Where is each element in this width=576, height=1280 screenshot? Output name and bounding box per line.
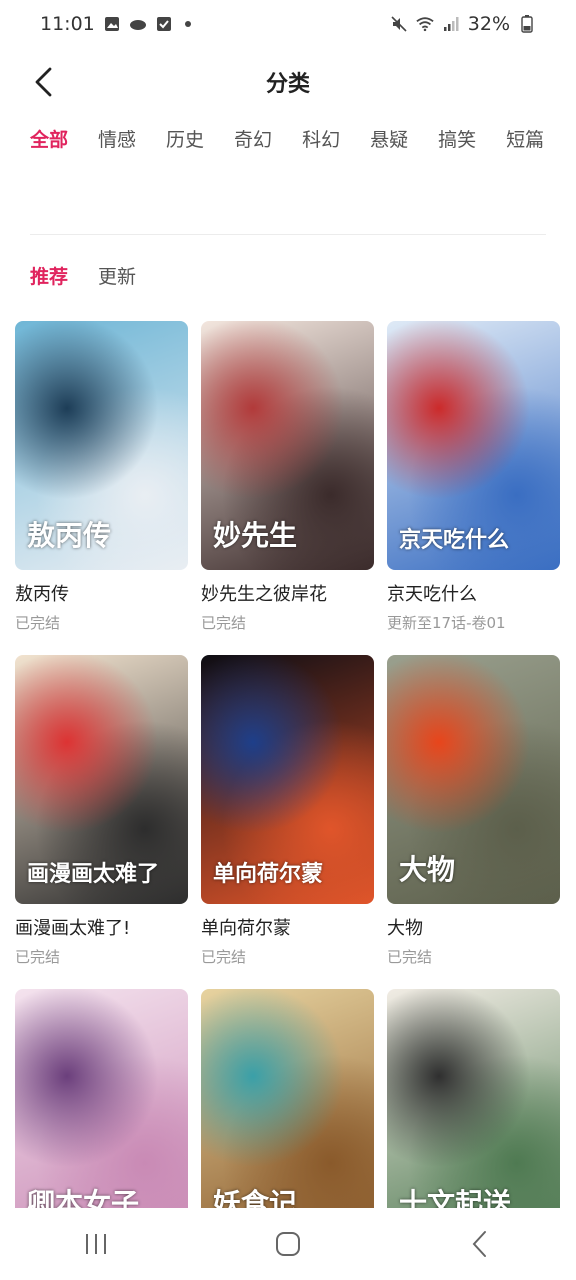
wifi-icon xyxy=(416,15,434,33)
comic-card[interactable]: 大物 大物 已完结 xyxy=(387,655,560,967)
comic-card[interactable]: 画漫画太难了画漫画太难了! 已完结 xyxy=(15,655,188,967)
sort-tabs: 推荐 更新 xyxy=(30,262,136,289)
status-right: 32% xyxy=(390,13,536,35)
comic-cover[interactable]: 十文起送 xyxy=(387,989,560,1238)
cloud-icon xyxy=(129,15,147,33)
comic-cover[interactable]: 单向荷尔蒙 xyxy=(201,655,374,904)
comic-cover[interactable]: 画漫画太难了 xyxy=(15,655,188,904)
mute-icon xyxy=(390,15,408,33)
category-tab[interactable]: 情感 xyxy=(98,128,136,152)
comic-title: 敖丙传 xyxy=(15,584,69,605)
system-back-button[interactable] xyxy=(450,1219,510,1269)
gallery-icon xyxy=(103,15,121,33)
divider xyxy=(30,234,546,235)
comic-status: 已完结 xyxy=(201,948,247,966)
category-tab[interactable]: 短篇 xyxy=(506,128,544,152)
category-tab[interactable]: 奇幻 xyxy=(234,128,272,152)
comic-cover-lettering: 敖丙传 xyxy=(27,519,112,552)
comic-cover[interactable]: 妙先生 xyxy=(201,321,374,570)
comic-card[interactable]: 妙先生妙先生之彼岸花 已完结 xyxy=(201,321,374,633)
back-arrow-icon xyxy=(472,1231,486,1257)
comic-title: 画漫画太难了! xyxy=(15,918,131,939)
battery-percent: 32% xyxy=(467,13,510,35)
comic-cover-lettering: 单向荷尔蒙 xyxy=(213,861,324,887)
comic-card[interactable]: 敖丙传 敖丙传 已完结 xyxy=(15,321,188,633)
comic-cover[interactable]: 妖食记 xyxy=(201,989,374,1238)
status-left: 11:01 xyxy=(40,13,191,35)
sort-tab[interactable]: 更新 xyxy=(98,262,136,289)
comic-status: 已完结 xyxy=(15,614,61,632)
comic-cover[interactable]: 京天吃什么 xyxy=(387,321,560,570)
category-tab[interactable]: 全部 xyxy=(30,128,68,152)
category-tab[interactable]: 悬疑 xyxy=(370,128,408,152)
status-bar: 11:01 32% xyxy=(0,0,576,48)
comic-cover[interactable]: 卿本女子 xyxy=(15,989,188,1238)
page-title: 分类 xyxy=(265,72,310,97)
comic-cover-lettering: 妙先生 xyxy=(213,519,298,552)
comic-title: 京天吃什么 xyxy=(387,584,477,605)
comic-cover[interactable]: 敖丙传 xyxy=(15,321,188,570)
category-tabs: 全部 情感 历史 奇幻 科幻 悬疑 搞笑 短篇 xyxy=(30,128,550,152)
category-tab[interactable]: 搞笑 xyxy=(438,128,476,152)
signal-icon xyxy=(442,15,460,33)
category-tab[interactable]: 历史 xyxy=(166,128,204,152)
comic-status: 已完结 xyxy=(201,614,247,632)
home-button[interactable] xyxy=(258,1219,318,1269)
comic-cover-lettering: 京天吃什么 xyxy=(399,527,510,553)
comic-card[interactable]: 京天吃什么 京天吃什么 更新至17话-卷01 xyxy=(387,321,560,633)
status-time: 11:01 xyxy=(40,13,95,35)
system-nav-bar xyxy=(0,1208,576,1280)
category-tab[interactable]: 科幻 xyxy=(302,128,340,152)
comic-cover-lettering: 画漫画太难了 xyxy=(27,861,160,887)
recent-apps-icon xyxy=(86,1234,106,1254)
sort-tab[interactable]: 推荐 xyxy=(30,262,68,289)
back-button[interactable] xyxy=(24,62,64,102)
recent-apps-button[interactable] xyxy=(66,1219,126,1269)
comic-cover-lettering: 大物 xyxy=(399,853,456,886)
comic-status: 更新至17话-卷01 xyxy=(387,614,506,632)
comic-status: 已完结 xyxy=(15,948,61,966)
comic-title: 大物 xyxy=(387,918,423,939)
comic-grid: 敖丙传 敖丙传 已完结 妙先生 妙先生之彼岸花 已完结 京天吃什么 京天吃什么 更新至17话-卷… xyxy=(15,321,561,1254)
notification-dot-icon xyxy=(184,21,191,27)
comic-status: 已完结 xyxy=(387,948,433,966)
comic-card[interactable]: 单向荷尔蒙 单向荷尔蒙 已完结 xyxy=(201,655,374,967)
header: 分类 xyxy=(0,52,576,112)
comic-title: 妙先生之彼岸花 xyxy=(201,584,327,605)
chevron-left-icon xyxy=(35,67,52,97)
comic-title: 单向荷尔蒙 xyxy=(201,918,291,939)
comic-cover[interactable]: 大物 xyxy=(387,655,560,904)
checkbox-icon xyxy=(155,15,173,33)
battery-icon xyxy=(518,15,536,33)
home-icon xyxy=(276,1232,300,1256)
